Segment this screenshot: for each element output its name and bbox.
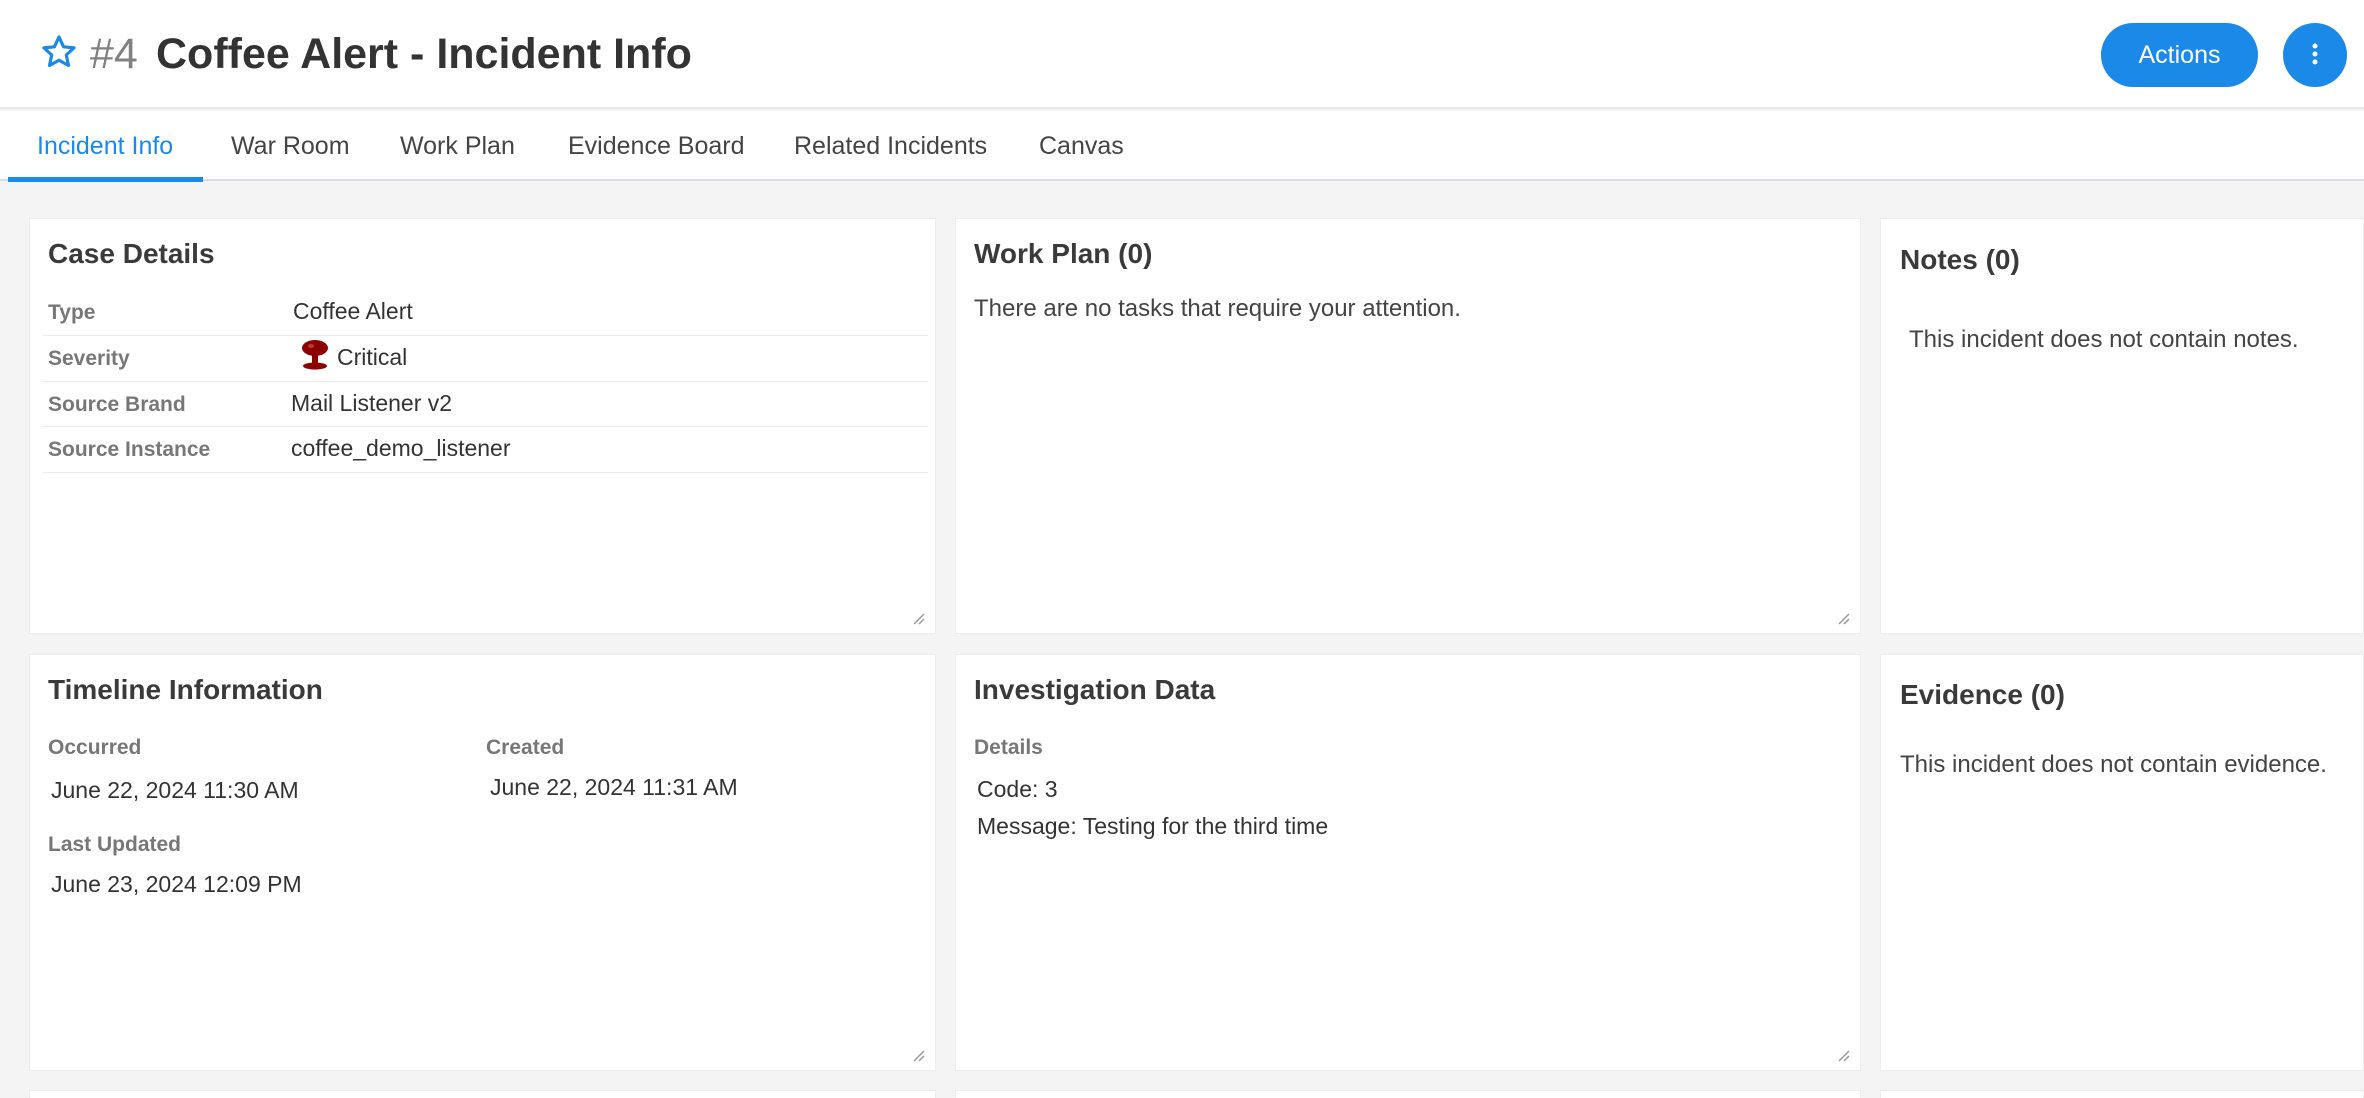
source-instance-value: coffee_demo_listener: [291, 435, 511, 461]
evidence-title: Evidence (0): [1900, 679, 2065, 710]
next-row-card: [955, 1090, 1861, 1098]
tab-incident-info[interactable]: Incident Info: [37, 111, 173, 181]
resize-handle-icon[interactable]: [1834, 1046, 1850, 1062]
severity-label: Severity: [48, 347, 130, 370]
tab-bar: Incident Info War Room Work Plan Evidenc…: [0, 111, 2364, 182]
incident-header: #4 Coffee Alert - Incident Info Actions: [0, 0, 2364, 109]
type-value: Coffee Alert: [293, 298, 413, 324]
resize-handle-icon[interactable]: [1834, 609, 1850, 625]
created-value: June 22, 2024 11:31 AM: [490, 774, 738, 800]
timeline-card: Timeline Information Occurred June 22, 2…: [29, 654, 936, 1071]
vertical-dots-icon: [2310, 42, 2320, 69]
next-row-card: [1880, 1090, 2364, 1098]
favorite-star-icon[interactable]: [40, 33, 78, 71]
tab-canvas[interactable]: Canvas: [1039, 111, 1124, 181]
incident-number: #4: [90, 30, 138, 78]
investigation-title: Investigation Data: [974, 674, 1216, 705]
investigation-data-card: Investigation Data Details Code: 3 Messa…: [955, 654, 1861, 1071]
page-title: Coffee Alert - Incident Info: [156, 30, 692, 78]
evidence-card: Evidence (0) This incident does not cont…: [1880, 654, 2364, 1071]
source-brand-label: Source Brand: [48, 393, 186, 416]
tab-war-room[interactable]: War Room: [231, 111, 350, 181]
resize-handle-icon[interactable]: [909, 609, 925, 625]
tab-evidence-board[interactable]: Evidence Board: [568, 111, 745, 181]
last-updated-value: June 23, 2024 12:09 PM: [51, 871, 302, 897]
case-details-card: Case Details Type Coffee Alert Severity …: [29, 218, 936, 634]
details-label: Details: [974, 736, 1043, 759]
row-divider: [42, 335, 928, 336]
tab-related-incidents[interactable]: Related Incidents: [794, 111, 987, 181]
source-instance-label: Source Instance: [48, 438, 211, 461]
type-label: Type: [48, 301, 96, 324]
source-brand-value: Mail Listener v2: [291, 390, 453, 416]
timeline-title: Timeline Information: [48, 674, 323, 705]
severity-value: Critical: [337, 344, 408, 370]
work-plan-card: Work Plan (0) There are no tasks that re…: [955, 218, 1861, 634]
notes-title: Notes (0): [1900, 244, 2020, 275]
case-details-title: Case Details: [48, 238, 215, 269]
notes-empty-text: This incident does not contain notes.: [1909, 326, 2299, 353]
created-label: Created: [486, 736, 565, 759]
critical-severity-icon: [300, 339, 330, 371]
active-tab-indicator: [8, 177, 203, 182]
evidence-empty-text: This incident does not contain evidence.: [1900, 751, 2327, 778]
row-divider: [42, 381, 928, 382]
code-line: Code: 3: [977, 776, 1058, 802]
actions-button[interactable]: Actions: [2101, 23, 2258, 87]
message-line: Message: Testing for the third time: [977, 813, 1329, 839]
work-plan-empty-text: There are no tasks that require your att…: [974, 295, 1461, 322]
row-divider: [42, 472, 928, 473]
notes-card: Notes (0) This incident does not contain…: [1880, 218, 2364, 634]
occurred-label: Occurred: [48, 736, 142, 759]
resize-handle-icon[interactable]: [909, 1046, 925, 1062]
occurred-value: June 22, 2024 11:30 AM: [51, 777, 299, 803]
work-plan-title: Work Plan (0): [974, 238, 1153, 269]
row-divider: [42, 426, 928, 427]
more-options-button[interactable]: [2283, 23, 2347, 87]
next-row-card: [29, 1090, 936, 1098]
tab-work-plan[interactable]: Work Plan: [400, 111, 515, 181]
last-updated-label: Last Updated: [48, 833, 182, 856]
